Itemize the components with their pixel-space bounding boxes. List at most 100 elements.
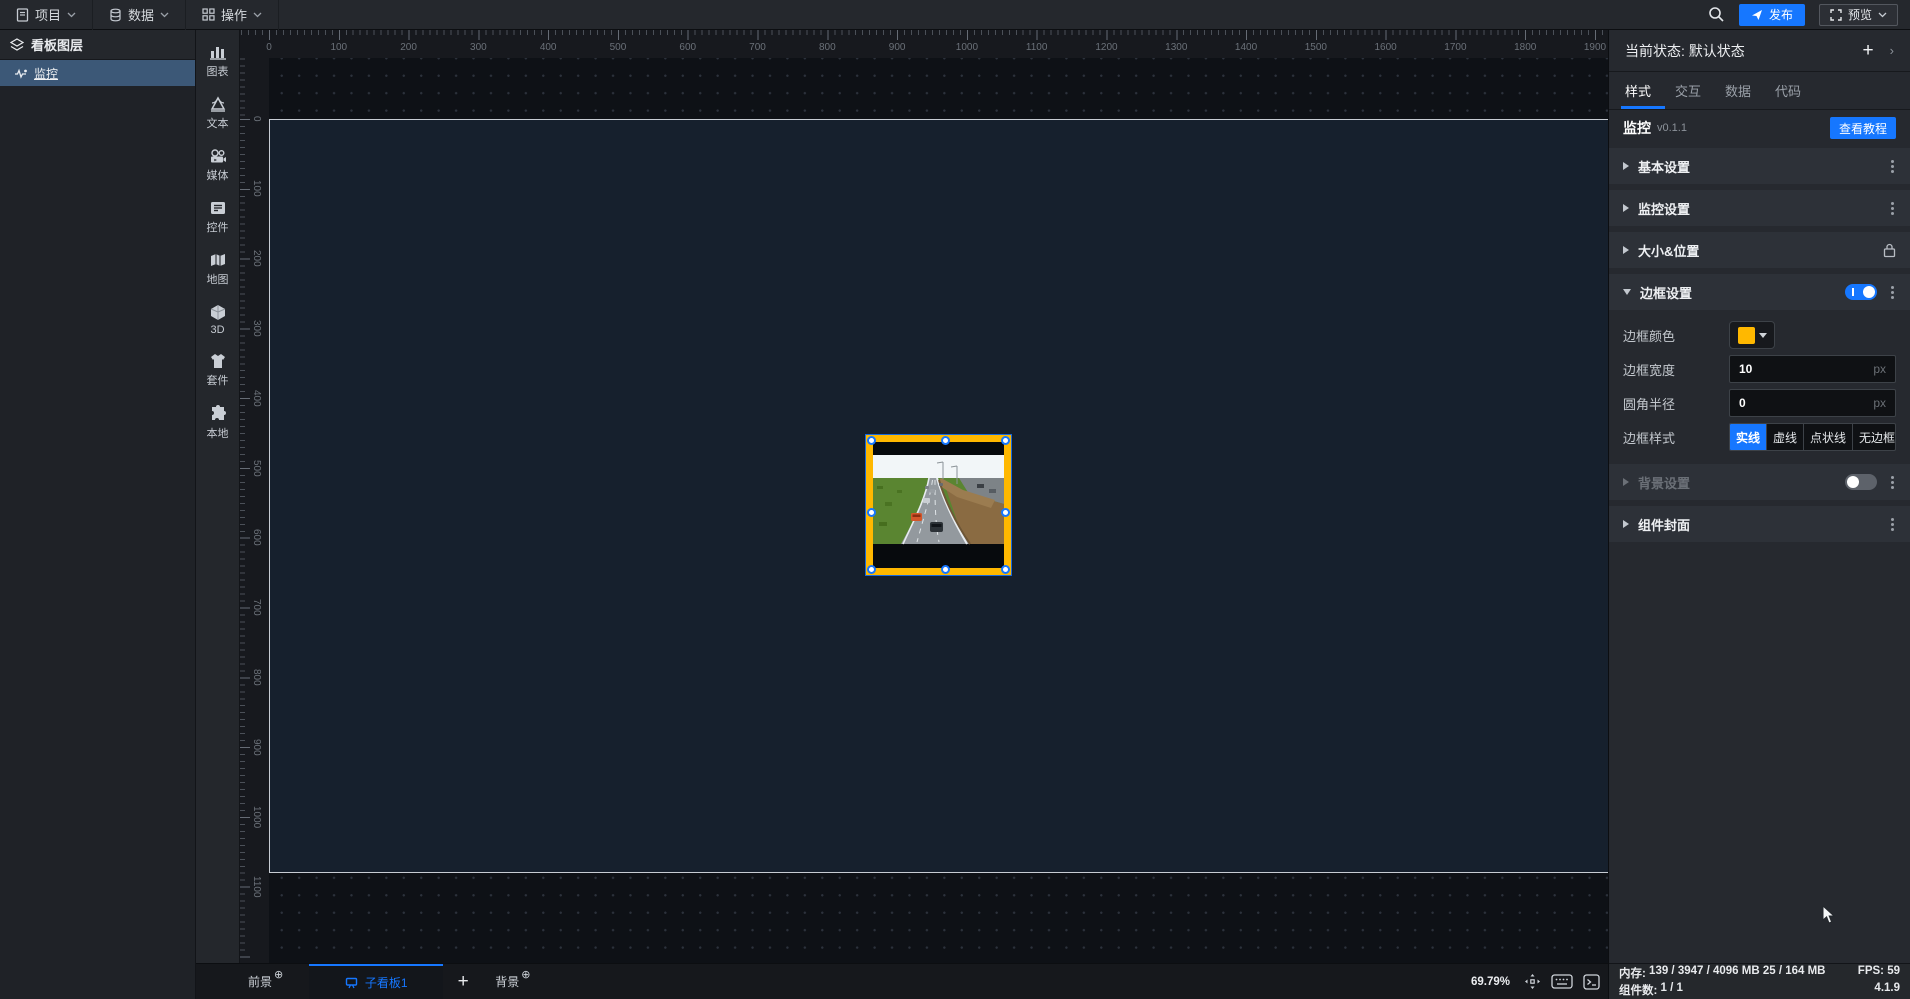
- resize-handle-se[interactable]: [1001, 565, 1010, 574]
- memory-value: 139 / 3947 / 4096 MB 25 / 164 MB: [1649, 965, 1826, 977]
- add-state-button[interactable]: +: [1863, 41, 1874, 60]
- ruler-label: 1600: [1374, 42, 1397, 53]
- ruler-label: 800: [251, 668, 262, 686]
- active-board-tab[interactable]: 子看板1: [309, 963, 444, 999]
- section-label: 边框设置: [1640, 285, 1693, 301]
- border-style-dotted[interactable]: 点状线: [1804, 424, 1854, 450]
- text-icon: [210, 96, 225, 112]
- more-options-icon[interactable]: [1889, 474, 1896, 491]
- toolbar-item-label: 3D: [210, 324, 225, 336]
- caret-down-icon: [1758, 332, 1767, 338]
- border-radius-input[interactable]: 0 px: [1729, 389, 1896, 417]
- section-basic-settings[interactable]: 基本设置: [1609, 148, 1910, 184]
- border-enabled-toggle[interactable]: [1845, 284, 1877, 300]
- add-board-button[interactable]: +: [443, 964, 483, 999]
- ruler-label: 300: [470, 42, 487, 53]
- bottom-tabbar: 前景 ⊕ 子看板1 + 背景 ⊕ 69.79%: [196, 963, 1608, 999]
- document-icon: [16, 7, 29, 22]
- preview-button[interactable]: 预览: [1818, 3, 1898, 26]
- ruler-label: 100: [251, 180, 262, 198]
- resize-handle-n[interactable]: [941, 436, 950, 445]
- send-icon: [1751, 9, 1762, 20]
- more-options-icon[interactable]: [1889, 516, 1896, 533]
- border-settings-body: 边框颜色 边框宽度 10 px 圆角半径 0 px 边框样式 实线 虚线 点状线…: [1609, 316, 1910, 464]
- toolbar-item-media[interactable]: 媒体: [207, 148, 229, 183]
- highway-video-frame: [873, 442, 1004, 568]
- background-tab[interactable]: 背景 ⊕: [483, 964, 542, 999]
- toolbar-item-3d[interactable]: 3D: [209, 304, 227, 336]
- foreground-tab[interactable]: 前景 ⊕: [236, 964, 295, 999]
- border-color-field: 边框颜色: [1623, 318, 1896, 352]
- menu-data[interactable]: 数据: [93, 0, 187, 30]
- border-style-segment: 实线 虚线 点状线 无边框: [1729, 423, 1896, 451]
- input-unit: px: [1873, 396, 1886, 410]
- border-width-input[interactable]: 10 px: [1729, 355, 1896, 383]
- toolbar-item-map[interactable]: 地图: [207, 252, 229, 287]
- input-value: 10: [1739, 362, 1753, 376]
- border-style-none[interactable]: 无边框: [1853, 424, 1895, 450]
- lock-icon[interactable]: [1883, 243, 1896, 258]
- border-color-picker[interactable]: [1729, 321, 1775, 349]
- menu-operations[interactable]: 操作: [186, 0, 280, 30]
- toolbar-item-label: 套件: [206, 375, 229, 387]
- input-value: 0: [1739, 396, 1746, 410]
- more-options-icon[interactable]: [1889, 200, 1896, 217]
- tab-code[interactable]: 代码: [1775, 81, 1801, 100]
- active-tab-indicator: [1621, 106, 1665, 109]
- menu-project[interactable]: 项目: [0, 0, 94, 30]
- resize-handle-nw[interactable]: [867, 436, 876, 445]
- expand-arrow-icon: [1623, 289, 1631, 295]
- resize-handle-s[interactable]: [941, 565, 950, 574]
- add-foreground-icon[interactable]: ⊕: [274, 970, 283, 981]
- menu-operations-label: 操作: [221, 8, 248, 23]
- menu-project-label: 项目: [35, 8, 62, 23]
- section-background-settings[interactable]: 背景设置: [1609, 464, 1910, 500]
- component-header: 监控 v0.1.1 查看教程: [1609, 110, 1910, 146]
- fit-to-screen-icon[interactable]: [1524, 973, 1541, 990]
- section-label: 组件封面: [1638, 517, 1691, 533]
- zoom-percentage[interactable]: 69.79%: [1471, 976, 1510, 988]
- section-label: 监控设置: [1638, 201, 1691, 217]
- add-board-label: +: [457, 970, 469, 992]
- canvas-workspace[interactable]: [269, 58, 1608, 963]
- tab-style[interactable]: 样式: [1625, 81, 1651, 100]
- collapse-arrow-icon: [1623, 478, 1629, 486]
- toolbar-item-kits[interactable]: 套件: [207, 353, 229, 388]
- toolbar-item-text[interactable]: 文本: [207, 96, 229, 131]
- field-label: 圆角半径: [1623, 396, 1676, 412]
- inspector-panel: 当前状态: 默认状态 + › 样式 交互 数据 代码 监控 v0.1.1 查看教…: [1608, 30, 1910, 999]
- background-enabled-toggle[interactable]: [1845, 474, 1877, 490]
- more-options-icon[interactable]: [1889, 158, 1896, 175]
- section-label: 大小&位置: [1638, 243, 1700, 259]
- publish-button[interactable]: 发布: [1738, 3, 1805, 26]
- search-icon[interactable]: [1708, 6, 1725, 23]
- ruler-label: 1700: [1444, 42, 1467, 53]
- toolbar-item-widgets[interactable]: 控件: [207, 200, 229, 235]
- border-width-field: 边框宽度 10 px: [1623, 352, 1896, 386]
- resize-handle-sw[interactable]: [867, 565, 876, 574]
- resize-handle-e[interactable]: [1001, 508, 1010, 517]
- section-border-settings[interactable]: 边框设置: [1609, 274, 1910, 310]
- section-component-cover[interactable]: 组件封面: [1609, 506, 1910, 542]
- selected-monitor-component[interactable]: [865, 434, 1012, 576]
- menu-data-label: 数据: [128, 8, 155, 23]
- expand-states-button[interactable]: ›: [1890, 43, 1894, 58]
- tab-data[interactable]: 数据: [1725, 81, 1751, 100]
- view-tutorial-button[interactable]: 查看教程: [1829, 117, 1896, 139]
- border-style-solid[interactable]: 实线: [1730, 424, 1768, 450]
- keyboard-shortcuts-icon[interactable]: [1551, 974, 1573, 989]
- layer-item-monitor[interactable]: 监控: [0, 60, 195, 86]
- more-options-icon[interactable]: [1889, 284, 1896, 301]
- resize-handle-ne[interactable]: [1001, 436, 1010, 445]
- add-background-icon[interactable]: ⊕: [521, 970, 530, 981]
- border-style-dashed[interactable]: 虚线: [1767, 424, 1805, 450]
- toolbar-item-local[interactable]: 本地: [207, 405, 229, 441]
- toolbar-item-charts[interactable]: 图表: [207, 44, 229, 79]
- resize-handle-w[interactable]: [867, 508, 876, 517]
- section-size-position[interactable]: 大小&位置: [1609, 232, 1910, 268]
- tab-interaction[interactable]: 交互: [1675, 81, 1701, 100]
- console-terminal-icon[interactable]: [1583, 973, 1600, 990]
- top-menubar: 项目 数据 操作 发布 预览: [0, 0, 1910, 30]
- section-monitor-settings[interactable]: 监控设置: [1609, 190, 1910, 226]
- ruler-label: 0: [251, 116, 262, 122]
